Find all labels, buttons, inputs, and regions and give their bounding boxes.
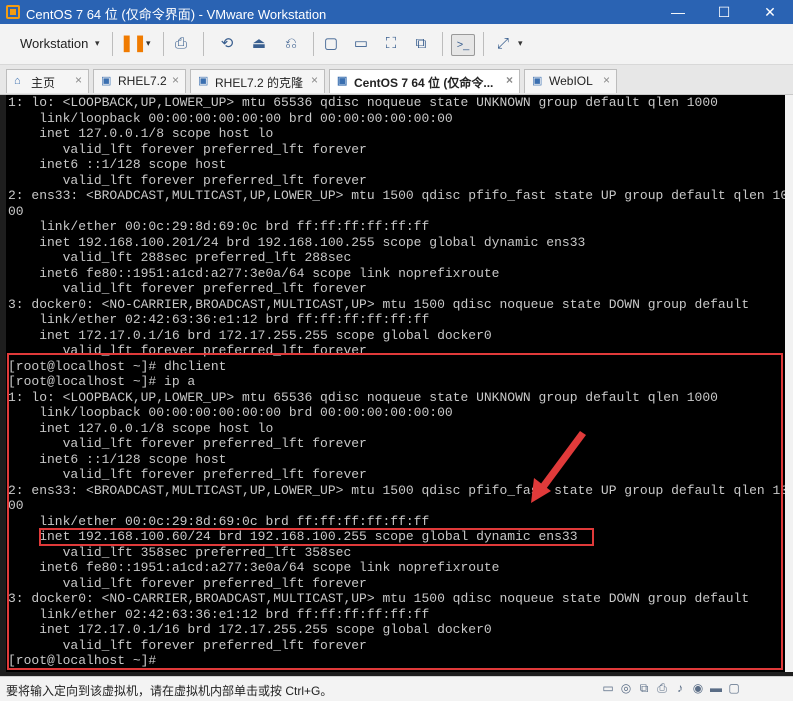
divider xyxy=(163,32,164,56)
stretch-icon[interactable]: ⤢ xyxy=(492,34,514,54)
minimize-button[interactable]: — xyxy=(655,0,701,24)
toolbar: Workstation ▾ ❚❚ ▾ ⎙ ⟲ ⏏ ⎌ ▢ ▭ ⛶ ⧉ >_ ⤢ … xyxy=(0,24,793,65)
vm-console[interactable]: 1: lo: <LOOPBACK,UP,LOWER_UP> mtu 65536 … xyxy=(6,95,785,672)
console-line: valid_lft forever preferred_lft forever xyxy=(8,281,367,296)
cdrom-icon[interactable]: ◎ xyxy=(619,681,633,695)
vm-icon: ▣ xyxy=(198,75,209,87)
divider xyxy=(483,32,484,56)
tab-rhel72[interactable]: ▣ RHEL7.2 × xyxy=(93,69,186,93)
harddisk-icon[interactable]: ▭ xyxy=(601,681,615,695)
close-icon[interactable]: × xyxy=(603,73,610,87)
snapshot-icon[interactable]: ⟲ xyxy=(216,34,238,54)
tab-label: WebIOL xyxy=(549,74,593,88)
console-line: valid_lft 288sec preferred_lft 288sec xyxy=(8,250,352,265)
divider xyxy=(442,32,443,56)
console-line: link/loopback 00:00:00:00:00:00 brd 00:0… xyxy=(8,110,453,126)
tab-home[interactable]: ⌂ 主页 × xyxy=(6,69,89,93)
library-view-icon[interactable]: ▢ xyxy=(320,34,342,54)
console-view-icon[interactable]: >_ xyxy=(451,34,475,56)
maximize-button[interactable]: ☐ xyxy=(701,0,747,24)
console-line: 3: docker0: <NO-CARRIER,BROADCAST,MULTIC… xyxy=(8,296,750,312)
highlight-box-output xyxy=(7,353,783,670)
tab-label: 主页 xyxy=(31,76,56,90)
display-icon[interactable]: ▬ xyxy=(709,681,723,695)
vm-icon: ▣ xyxy=(101,75,112,87)
divider xyxy=(313,32,314,56)
unity-icon[interactable]: ⧉ xyxy=(410,34,432,54)
console-line: inet6 fe80::1951:a1cd:a277:3e0a/64 scope… xyxy=(8,265,500,281)
printer-icon[interactable]: ⎙ xyxy=(655,681,669,695)
tab-webiol[interactable]: ▣ WebIOL × xyxy=(524,69,617,93)
tab-label: RHEL7.2 的克隆 xyxy=(215,76,304,90)
chevron-down-icon[interactable]: ▾ xyxy=(518,38,523,49)
vmware-icon xyxy=(6,5,20,19)
background-strip xyxy=(785,95,793,672)
console-line: inet 172.17.0.1/16 brd 172.17.255.255 sc… xyxy=(8,327,492,343)
usb-icon[interactable]: ◉ xyxy=(691,681,705,695)
close-icon[interactable]: × xyxy=(75,73,82,87)
sound-icon[interactable]: ♪ xyxy=(673,681,687,695)
vm-icon: ▣ xyxy=(337,75,348,87)
divider xyxy=(203,32,204,56)
chevron-down-icon[interactable]: ▾ xyxy=(146,38,151,49)
console-line: inet6 ::1/128 scope host xyxy=(8,157,227,172)
console-line: 1: lo: <LOOPBACK,UP,LOWER_UP> mtu 65536 … xyxy=(8,95,718,110)
tab-label: RHEL7.2 xyxy=(118,74,167,88)
highlight-box-ip xyxy=(39,528,594,546)
revert-snapshot-icon[interactable]: ⏏ xyxy=(248,34,270,54)
fullscreen-icon[interactable]: ⛶ xyxy=(380,34,402,54)
tab-label: CentOS 7 64 位 (仅命令... xyxy=(354,76,494,90)
tab-centos7[interactable]: ▣ CentOS 7 64 位 (仅命令... × xyxy=(329,69,520,93)
close-button[interactable]: ✕ xyxy=(747,0,793,24)
console-line: link/ether 00:0c:29:8d:69:0c brd ff:ff:f… xyxy=(8,219,430,234)
message-icon[interactable]: ▢ xyxy=(727,681,741,695)
divider xyxy=(112,32,113,56)
tab-rhel72-clone[interactable]: ▣ RHEL7.2 的克隆 × xyxy=(190,69,325,93)
console-line: inet 192.168.100.201/24 brd 192.168.100.… xyxy=(8,234,586,250)
close-icon[interactable]: × xyxy=(506,73,513,87)
home-icon: ⌂ xyxy=(14,75,21,87)
vm-icon: ▣ xyxy=(532,75,543,87)
chevron-down-icon[interactable]: ▾ xyxy=(95,38,100,49)
console-line: 2: ens33: <BROADCAST,MULTICAST,UP,LOWER_… xyxy=(8,188,785,203)
pause-icon[interactable]: ❚❚ xyxy=(120,34,147,54)
workstation-menu[interactable]: Workstation xyxy=(20,36,88,51)
status-bar: 要将输入定向到该虚拟机，请在虚拟机内部单击或按 Ctrl+G。 ▭ ◎ ⧉ ⎙ … xyxy=(0,676,793,701)
console-line: 00 xyxy=(8,203,24,219)
thumbnail-view-icon[interactable]: ▭ xyxy=(350,34,372,54)
window-title: CentOS 7 64 位 (仅命令界面) - VMware Workstati… xyxy=(26,7,327,22)
close-icon[interactable]: × xyxy=(172,73,179,87)
send-ctrl-alt-del-icon[interactable]: ⎙ xyxy=(170,34,192,54)
console-line: valid_lft forever preferred_lft forever xyxy=(8,172,367,188)
close-icon[interactable]: × xyxy=(311,73,318,87)
console-line: link/ether 02:42:63:36:e1:12 brd ff:ff:f… xyxy=(8,312,430,327)
snapshot-manager-icon[interactable]: ⎌ xyxy=(280,34,302,54)
network-icon[interactable]: ⧉ xyxy=(637,681,651,695)
console-line: inet 127.0.0.1/8 scope host lo xyxy=(8,126,274,141)
status-message: 要将输入定向到该虚拟机，请在虚拟机内部单击或按 Ctrl+G。 xyxy=(6,684,333,698)
title-bar: CentOS 7 64 位 (仅命令界面) - VMware Workstati… xyxy=(0,0,793,24)
console-line: valid_lft forever preferred_lft forever xyxy=(8,141,367,157)
tab-bar: ⌂ 主页 × ▣ RHEL7.2 × ▣ RHEL7.2 的克隆 × ▣ Cen… xyxy=(0,65,793,95)
